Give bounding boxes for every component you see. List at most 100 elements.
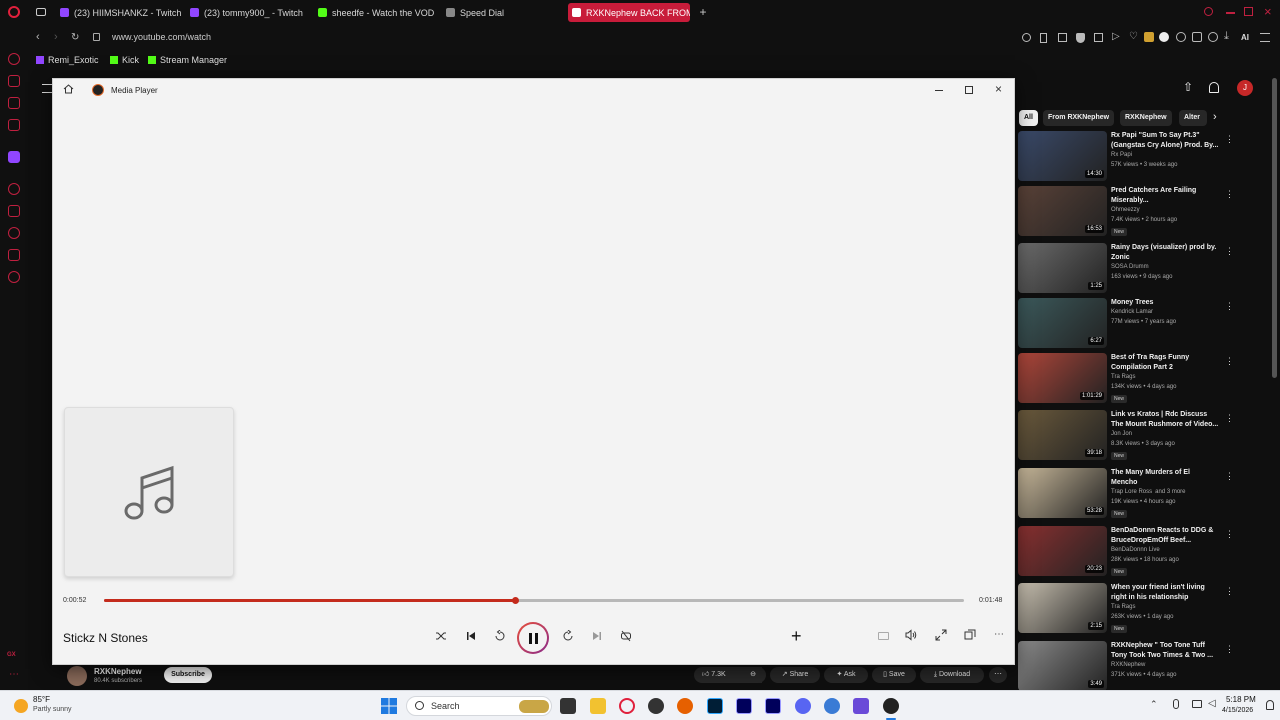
chip[interactable]: Alter (1179, 110, 1207, 126)
more-vert-icon[interactable]: ⋮ (1225, 413, 1234, 424)
video-channel[interactable]: Rx Papi (1111, 152, 1132, 158)
sidebar-history-icon[interactable] (8, 183, 20, 195)
puzzle-icon[interactable] (1192, 32, 1202, 42)
avatar[interactable]: J (1237, 80, 1253, 96)
more-options-icon[interactable]: ⋯ (994, 629, 1004, 640)
browser-tab[interactable]: sheedfe - Watch the VOD (314, 3, 436, 22)
opera-gx-icon[interactable] (619, 698, 635, 714)
premiere-icon[interactable] (736, 698, 752, 714)
add-to-queue-icon[interactable]: + (791, 627, 802, 645)
bookmark-item[interactable]: Remi_Exotic (36, 55, 99, 65)
upload-icon[interactable]: ⇧ (1183, 80, 1193, 94)
close-icon[interactable]: × (1264, 4, 1272, 19)
video-channel[interactable]: RXKNephew (1111, 662, 1145, 668)
more-vert-icon[interactable]: ⋮ (1225, 134, 1234, 145)
network-icon[interactable] (1192, 700, 1202, 708)
recommendation-item[interactable]: 39:18 Link vs Kratos | Rdc Discuss The Mou… (1016, 410, 1264, 462)
video-title[interactable]: Money Trees (1111, 298, 1231, 308)
more-vert-icon[interactable]: ⋮ (1225, 301, 1234, 312)
more-vert-icon[interactable]: ⋮ (1225, 356, 1234, 367)
miniplayer-icon[interactable] (878, 632, 889, 640)
download-icon[interactable]: ⤓ (1224, 30, 1229, 43)
video-thumbnail[interactable]: 1:01:29 (1018, 353, 1107, 403)
more-vert-icon[interactable]: ⋮ (1225, 529, 1234, 540)
recommendation-item[interactable]: 16:53 Pred Catchers Are Failing Miserably.… (1016, 186, 1264, 238)
page-scrollbar[interactable] (1272, 78, 1277, 378)
heart-icon[interactable]: ♡ (1129, 31, 1138, 42)
firefox-icon[interactable] (677, 698, 693, 714)
account-icon[interactable] (1208, 32, 1218, 42)
download-button[interactable]: ⤓ Download (920, 667, 984, 683)
recommendation-item[interactable]: 20:23 BenDaDonnn Reacts to DDG & BruceDrop… (1016, 526, 1264, 578)
video-thumbnail[interactable]: 16:53 (1018, 186, 1107, 236)
recommendation-item[interactable]: 6:27 Money Trees Kendrick Lamar 77M views •… (1016, 298, 1264, 350)
pin-icon[interactable] (1040, 33, 1047, 43)
chevron-up-icon[interactable]: ⌃ (1150, 699, 1158, 710)
clock-time[interactable]: 5:18 PM (1226, 695, 1256, 704)
media-player-taskbar-icon[interactable] (883, 698, 899, 714)
video-thumbnail[interactable]: 53:28 (1018, 468, 1107, 518)
tab-overview-icon[interactable] (36, 8, 46, 16)
seek-track[interactable] (104, 597, 964, 604)
cast-icon[interactable] (964, 629, 976, 641)
share-button[interactable]: ↗ Share (770, 667, 820, 683)
browser-tab[interactable]: (23) tommy900_ - Twitch (186, 3, 310, 22)
dislike-button[interactable]: ⊖ (740, 667, 766, 683)
after-effects-icon[interactable] (765, 698, 781, 714)
video-title[interactable]: When your friend isn't living right in hi… (1111, 583, 1231, 603)
ai-button[interactable]: AI (1241, 33, 1249, 42)
video-channel[interactable]: BenDaDonnn Live (1111, 547, 1160, 553)
notification-bell-icon[interactable] (1266, 700, 1274, 710)
recommendation-item[interactable]: 53:28 The Many Murders of El Mencho Trap Lo… (1016, 468, 1264, 520)
video-channel[interactable]: Tra Rags (1111, 604, 1135, 610)
more-actions-button[interactable]: ⋯ (989, 667, 1007, 683)
video-title[interactable]: RXKNephew " Too Tone Tuff Tony Took Two T… (1111, 641, 1231, 661)
more-vert-icon[interactable]: ⋮ (1225, 246, 1234, 257)
taskbar-search-box[interactable]: Search (406, 696, 552, 716)
wallet-icon[interactable] (1144, 32, 1154, 42)
video-title[interactable]: Best of Tra Rags Funny Compilation Part 2 (1111, 353, 1231, 373)
video-title[interactable]: The Many Murders of El Mencho (1111, 468, 1231, 488)
save-button[interactable]: ▯ Save (872, 667, 916, 683)
repeat-icon[interactable] (620, 630, 632, 642)
video-title[interactable]: BenDaDonnn Reacts to DDG & BruceDropEmOff… (1111, 526, 1231, 546)
bookmark-item[interactable]: Stream Manager (148, 55, 227, 65)
hamburger-menu-icon[interactable] (42, 84, 52, 93)
extension-icon[interactable] (1176, 32, 1186, 42)
sidebar-player-icon[interactable] (8, 75, 20, 87)
forward-30-icon[interactable] (562, 630, 574, 642)
weather-icon[interactable] (14, 699, 28, 713)
video-title[interactable]: Pred Catchers Are Failing Miserably... (1111, 186, 1231, 206)
microphone-icon[interactable] (1173, 699, 1179, 709)
next-icon[interactable] (591, 630, 603, 642)
clock-date[interactable]: 4/15/2026 (1222, 707, 1253, 714)
app-grid-icon[interactable] (853, 698, 869, 714)
sidebar-messenger-icon[interactable] (8, 97, 20, 109)
video-title[interactable]: Rx Papi "Sum To Say Pt.3" (Gangstas Cry A… (1111, 131, 1231, 151)
video-channel[interactable]: Tra Rags (1111, 374, 1135, 380)
recommendation-item[interactable]: 1:25 Rainy Days (visualizer) prod by. Zoni… (1016, 243, 1264, 295)
sidebar-settings-icon[interactable] (8, 271, 20, 283)
windows-start-icon[interactable] (381, 698, 397, 714)
video-thumbnail[interactable]: 2:15 (1018, 583, 1107, 633)
browser-tab[interactable]: (23) HIIMSHANKZ - Twitch (56, 3, 182, 22)
more-vert-icon[interactable]: ⋮ (1225, 586, 1234, 597)
search-tabs-icon[interactable] (1204, 7, 1213, 16)
weather-temp[interactable]: 85°F (33, 695, 50, 704)
new-tab-button[interactable]: + (697, 6, 709, 18)
snapshot-icon[interactable] (1058, 33, 1067, 42)
file-explorer-icon[interactable] (590, 698, 606, 714)
shuffle-icon[interactable] (435, 630, 447, 642)
sidebar-news-icon[interactable] (8, 119, 20, 131)
video-channel[interactable]: Jon Jon (1111, 431, 1132, 437)
more-vert-icon[interactable]: ⋮ (1225, 189, 1234, 200)
seek-thumb[interactable] (512, 597, 520, 604)
video-thumbnail[interactable]: 1:25 (1018, 243, 1107, 293)
video-thumbnail[interactable]: 20:23 (1018, 526, 1107, 576)
maximize-icon[interactable] (1244, 7, 1253, 16)
recommendation-item[interactable]: 1:01:29 Best of Tra Rags Funny Compilation… (1016, 353, 1264, 405)
url-field[interactable]: www.youtube.com/watch (112, 32, 211, 42)
opera-logo-icon[interactable] (8, 6, 20, 18)
zoom-icon[interactable] (1022, 33, 1031, 42)
sidebar-pinboard-icon[interactable] (8, 205, 20, 217)
